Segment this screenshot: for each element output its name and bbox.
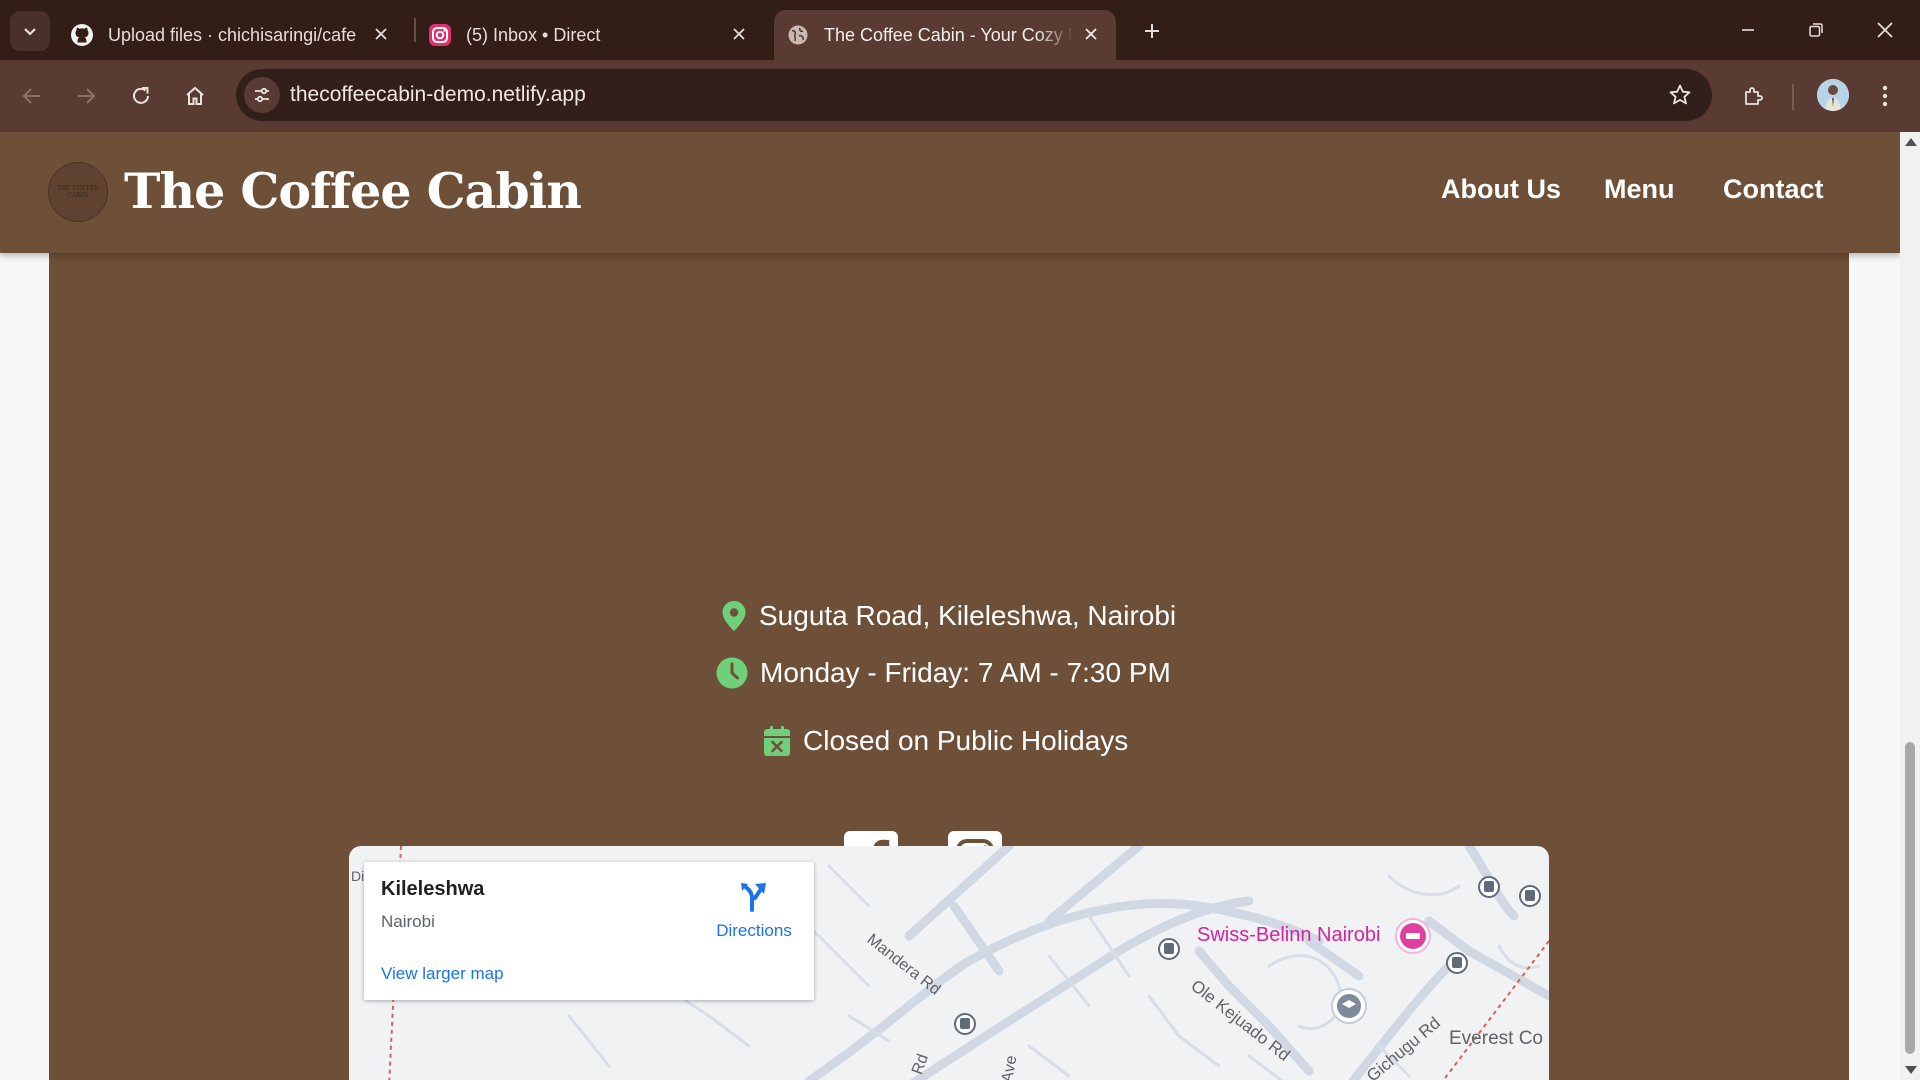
location-pin-icon [721, 600, 747, 632]
tab-separator [414, 18, 416, 42]
tab-coffee-cabin[interactable]: The Coffee Cabin - Your Cozy Retreat [774, 10, 1116, 60]
tab-title: (5) Inbox • Direct [466, 24, 601, 45]
site-info-button[interactable] [244, 77, 280, 113]
close-tab-icon[interactable] [1080, 23, 1102, 45]
tab-title: The Coffee Cabin - Your Cozy Retreat [824, 24, 1074, 45]
tab-instagram[interactable]: (5) Inbox • Direct [428, 10, 764, 60]
close-tab-icon[interactable] [370, 23, 392, 45]
scrollbar-thumb[interactable] [1905, 742, 1915, 1054]
close-icon [1877, 22, 1893, 38]
site-logo[interactable]: THE COFFEE CABIN [48, 162, 108, 222]
extensions-button[interactable] [1734, 76, 1774, 116]
puzzle-icon [1745, 87, 1763, 105]
address-bar[interactable]: thecoffeecabin-demo.netlify.app [236, 69, 1712, 121]
directions-button[interactable]: Directions [704, 880, 804, 941]
map-label: Everest Co [1449, 1028, 1543, 1049]
hours-row: Monday - Friday: 7 AM - 7:30 PM [716, 657, 1171, 689]
scroll-up-arrow-icon[interactable] [1905, 138, 1917, 146]
avatar-icon [1817, 79, 1849, 111]
plus-icon [1145, 24, 1159, 38]
tab-title: Upload files · chichisaringi/cafe [108, 24, 357, 45]
map-label: Di [351, 868, 365, 884]
reload-icon [133, 87, 149, 104]
school-pin-icon [1331, 988, 1367, 1024]
site-brand[interactable]: The Coffee Cabin [124, 162, 582, 220]
scroll-down-arrow-icon[interactable] [1905, 1066, 1917, 1074]
tune-icon [255, 87, 269, 103]
place-name: Kileleshwa [381, 878, 485, 900]
instagram-icon [428, 23, 452, 47]
github-icon [70, 23, 94, 47]
home-icon [186, 86, 204, 105]
nav-about-us[interactable]: About Us [1441, 174, 1561, 205]
nav-contact[interactable]: Contact [1723, 174, 1824, 205]
arrow-right-icon [78, 88, 96, 104]
chevron-down-icon [24, 28, 36, 36]
address-text: Suguta Road, Kileleshwa, Nairobi [759, 600, 1177, 631]
browser-menu-button[interactable] [1870, 78, 1900, 114]
nav-menu[interactable]: Menu [1604, 174, 1675, 205]
browser-window: Upload files · chichisaringi/cafe (5) In… [0, 0, 1920, 1080]
directions-icon [741, 883, 766, 912]
calendar-x-icon [763, 725, 791, 757]
tab-search-button[interactable] [10, 11, 50, 51]
new-tab-button[interactable] [1137, 16, 1167, 46]
restore-icon [1809, 23, 1823, 37]
profile-avatar[interactable] [1817, 79, 1849, 111]
minimize-button[interactable] [1728, 12, 1768, 48]
globe-icon [786, 23, 810, 47]
bus-stop-icon [1158, 938, 1180, 960]
place-subtitle: Nairobi [381, 912, 435, 931]
home-button[interactable] [175, 76, 215, 116]
bus-stop-icon [1478, 876, 1500, 898]
embedded-map[interactable]: Di Mandera Rd Ole Kejuado Rd Gichugu Rd … [349, 846, 1549, 1080]
clock-icon [716, 657, 748, 689]
directions-label: Directions [716, 921, 792, 940]
tab-github[interactable]: Upload files · chichisaringi/cafe [70, 10, 406, 60]
page-viewport: THE COFFEE CABIN The Coffee Cabin About … [0, 132, 1900, 1080]
close-window-button[interactable] [1865, 12, 1905, 48]
page-scrollbar[interactable] [1900, 132, 1920, 1080]
more-vertical-icon [1882, 85, 1888, 107]
address-row: Suguta Road, Kileleshwa, Nairobi [721, 600, 1176, 632]
browser-toolbar: thecoffeecabin-demo.netlify.app [0, 60, 1920, 132]
bookmark-star-button[interactable] [1666, 81, 1694, 109]
bus-stop-icon [1446, 952, 1468, 974]
hours-text: Monday - Friday: 7 AM - 7:30 PM [760, 657, 1171, 688]
site-header: THE COFFEE CABIN The Coffee Cabin About … [0, 132, 1900, 253]
reload-button[interactable] [121, 76, 161, 116]
poi-hotel-label[interactable]: Swiss-Belinn Nairobi [1197, 924, 1380, 947]
toolbar-separator [1792, 84, 1794, 110]
star-icon [1669, 84, 1691, 105]
close-tab-icon[interactable] [728, 23, 750, 45]
holidays-row: Closed on Public Holidays [763, 725, 1128, 757]
view-larger-map-link[interactable]: View larger map [381, 964, 504, 984]
holidays-text: Closed on Public Holidays [803, 725, 1129, 756]
bus-stop-icon [1519, 885, 1541, 907]
forward-button[interactable] [66, 76, 106, 116]
tab-strip: Upload files · chichisaringi/cafe (5) In… [0, 0, 1920, 60]
hotel-pin-icon [1395, 918, 1431, 954]
restore-button[interactable] [1796, 12, 1836, 48]
map-place-card: Kileleshwa Nairobi View larger map Direc… [364, 862, 814, 1000]
url-text: thecoffeecabin-demo.netlify.app [290, 83, 586, 106]
bus-stop-icon [954, 1013, 976, 1035]
map-label: Ave [999, 1054, 1021, 1080]
minimize-icon [1742, 29, 1754, 31]
logo-text: THE COFFEE CABIN [56, 185, 100, 199]
arrow-left-icon [22, 88, 40, 104]
back-button[interactable] [12, 76, 52, 116]
